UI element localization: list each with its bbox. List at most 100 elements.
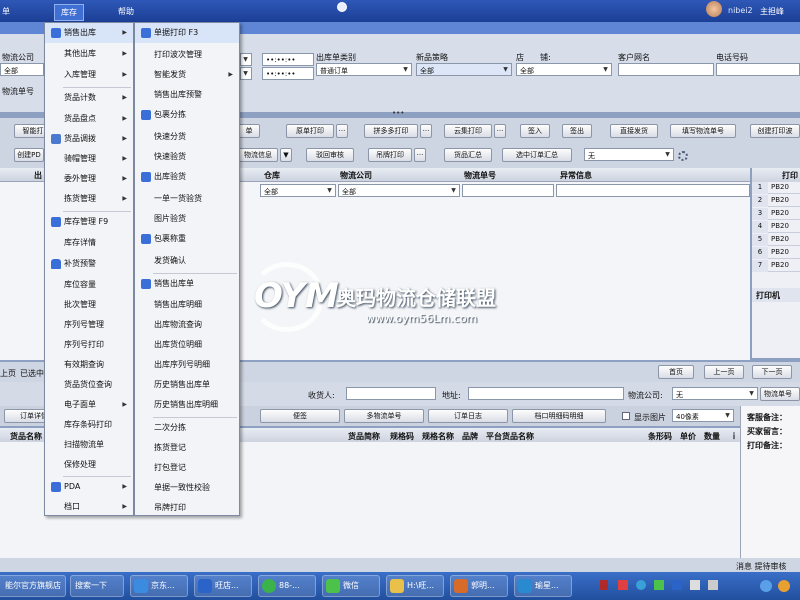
col-platform-name[interactable]: 平台货品名称	[486, 431, 534, 442]
col-barcode[interactable]: 条形码	[648, 431, 672, 442]
menu-item-out-check[interactable]: 出库验货	[135, 167, 239, 187]
taskbar-item-yuxing[interactable]: 瑜星...	[514, 575, 572, 597]
col-quantity[interactable]: 数量	[704, 431, 720, 442]
image-size-select[interactable]: 40像素 ▼	[672, 409, 734, 422]
menu-item-serial-manage[interactable]: 序列号管理	[45, 315, 133, 335]
list-item[interactable]: 7 PB20	[752, 260, 800, 272]
menu-item-barcode-print[interactable]: 库存条码打印	[45, 415, 133, 435]
menu-item-picking[interactable]: 拣货管理 ▶	[45, 189, 133, 209]
show-image-checkbox[interactable]	[622, 412, 630, 420]
drag-handle-icon[interactable]	[337, 2, 347, 12]
tray-icon[interactable]	[636, 580, 646, 590]
tray-icon[interactable]	[672, 580, 682, 590]
taskbar-item-store[interactable]: 能尔官方旗舰店	[0, 575, 66, 597]
col-header-waybill[interactable]: 物流单号	[464, 170, 496, 181]
more-icon[interactable]: ···	[494, 124, 506, 138]
more-icon[interactable]: ···	[336, 124, 348, 138]
logistics-filter[interactable]: 全部 ▼	[338, 184, 460, 197]
col-more[interactable]: ｉ	[730, 431, 738, 442]
menu-item-sales-out-detail[interactable]: 销售出库明细	[135, 295, 239, 315]
tray-icon[interactable]	[618, 580, 628, 590]
col-header-warehouse[interactable]: 仓库	[264, 170, 280, 181]
avatar[interactable]	[706, 1, 722, 17]
menu-item-order[interactable]: 单	[2, 6, 10, 17]
receiver-input[interactable]	[346, 387, 436, 400]
menu-item-image-check[interactable]: 图片验货	[135, 209, 239, 229]
prev-page-button[interactable]: 上一页	[704, 365, 744, 379]
taskbar-item-wangdian[interactable]: 旺店...	[194, 575, 252, 597]
menu-item-scan-waybill[interactable]: 扫描物流单	[45, 435, 133, 455]
col-price[interactable]: 单价	[680, 431, 696, 442]
menu-item-smart-ship[interactable]: 智能发货 ▶	[135, 65, 239, 85]
taskbar-item-folder[interactable]: H:\旺...	[386, 575, 444, 597]
more-icon[interactable]: ···	[420, 124, 432, 138]
list-item[interactable]: 2 PB20	[752, 195, 800, 207]
list-item[interactable]: 3 PB20	[752, 208, 800, 220]
menu-item-doc-print[interactable]: 单据打印 F3	[135, 23, 239, 43]
customer-input[interactable]	[618, 63, 714, 76]
goods-summary-button[interactable]: 货品汇总	[444, 148, 492, 162]
logistics-info-button[interactable]: 物流信息	[238, 148, 278, 162]
menu-item-location-capacity[interactable]: 库位容量	[45, 275, 133, 295]
order-type-select[interactable]: 普通订单 ▼	[316, 63, 412, 76]
taskbar-item-wechat[interactable]: 微信	[322, 575, 380, 597]
more-icon[interactable]: ···	[414, 148, 426, 162]
menu-item-goods-count[interactable]: 货品计数 ▶	[45, 88, 133, 108]
taskbar-item-jd[interactable]: 京东...	[130, 575, 188, 597]
list-item[interactable]: 1 PB20	[752, 182, 800, 194]
menu-item-out-logistics[interactable]: 出库物流查询	[135, 315, 239, 335]
tray-icon[interactable]	[778, 580, 790, 592]
sign-in-button[interactable]: 签入	[520, 124, 550, 138]
menu-item-batch[interactable]: 批次管理	[45, 295, 133, 315]
exception-filter[interactable]	[556, 184, 750, 197]
warehouse-filter[interactable]: 全部 ▼	[260, 184, 336, 197]
direct-ship-button[interactable]: 直接发货	[610, 124, 658, 138]
waybill2-button[interactable]: 物流单号	[760, 387, 800, 401]
menu-item-stock-manage[interactable]: 库存管理 F9	[45, 212, 133, 232]
first-page-button[interactable]: 首页	[658, 365, 694, 379]
menu-item-expiry[interactable]: 有效期查询	[45, 355, 133, 375]
splitter-dots-icon[interactable]: •••	[392, 110, 408, 117]
list-item[interactable]: 6 PB20	[752, 247, 800, 259]
menu-item-warranty[interactable]: 保修处理	[45, 455, 133, 475]
tray-icon[interactable]	[600, 580, 608, 590]
menu-item-stocktake[interactable]: 货品盘点 ▶	[45, 109, 133, 129]
menu-item-replenish[interactable]: 补货预警	[45, 254, 133, 274]
menu-item-history-out-detail[interactable]: 历史销售出库明细	[135, 395, 239, 415]
menu-item-outsource[interactable]: 委外管理 ▶	[45, 169, 133, 189]
menu-item-tag-print[interactable]: 吊牌打印	[135, 498, 239, 518]
menu-item-pack-register[interactable]: 打包登记	[135, 458, 239, 478]
menu-item-stall[interactable]: 档口 ▶	[45, 497, 133, 517]
menu-item-out-warning[interactable]: 销售出库预警	[135, 85, 239, 105]
list-item[interactable]: 4 PB20	[752, 221, 800, 233]
print-button[interactable]: 单	[238, 124, 260, 138]
menu-item-one-order-check[interactable]: 一单一货验货	[135, 189, 239, 209]
next-page-button[interactable]: 下一页	[752, 365, 792, 379]
col-header-logistics[interactable]: 物流公司	[340, 170, 372, 181]
yunji-print-button[interactable]: 云集打印	[444, 124, 492, 138]
time-start-field[interactable]: ••:••:••	[262, 53, 314, 66]
col-header[interactable]: 出	[34, 170, 42, 181]
gear-icon[interactable]	[678, 151, 688, 161]
sign-out-button[interactable]: 签出	[562, 124, 592, 138]
menu-item-consistency-check[interactable]: 单据一致性校验	[135, 478, 239, 498]
menu-item-sales-out[interactable]: 销售出库 ▶	[45, 23, 133, 43]
col-goods-name[interactable]: 货品名称	[10, 431, 42, 442]
tab-stall-details[interactable]: 档口明细码明细	[512, 409, 606, 423]
waybill-filter[interactable]	[462, 184, 554, 197]
menu-item-ship-confirm[interactable]: 发货确认	[135, 251, 239, 271]
menu-item-other-out[interactable]: 其他出库 ▶	[45, 44, 133, 64]
menu-item-weigh[interactable]: 包裹称重	[135, 229, 239, 249]
menu-item-pda[interactable]: PDA ▶	[45, 477, 133, 497]
fill-waybill-button[interactable]: 填写物流单号	[670, 124, 736, 138]
tab-notes[interactable]: 便签	[260, 409, 340, 423]
col-brand[interactable]: 品牌	[462, 431, 478, 442]
menu-item-transfer[interactable]: 货品调拨 ▶	[45, 129, 133, 149]
logistics2-select[interactable]: 无 ▼	[672, 387, 758, 400]
menu-item-hat[interactable]: 骑帽管理 ▶	[45, 149, 133, 169]
new-product-select[interactable]: 全部 ▼	[416, 63, 512, 76]
create-print-wave-button[interactable]: 创建打印波	[750, 124, 800, 138]
tag-print-button[interactable]: 吊牌打印	[368, 148, 412, 162]
taskbar-item-search[interactable]: 搜索一下	[70, 575, 124, 597]
taskbar-item-88[interactable]: 88-...	[258, 575, 316, 597]
